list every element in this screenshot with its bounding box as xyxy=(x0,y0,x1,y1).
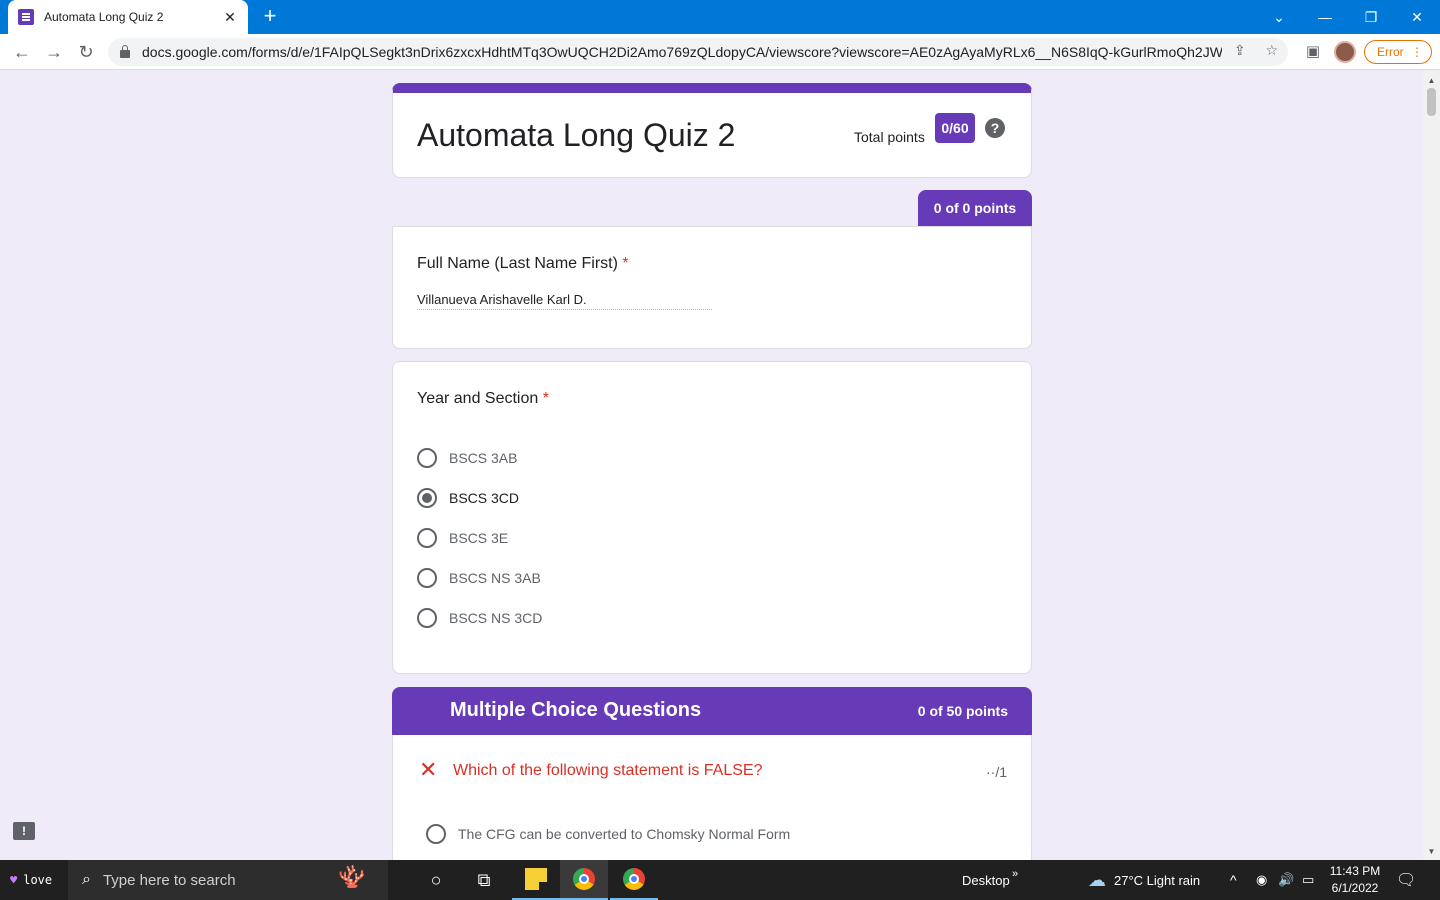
share-icon[interactable]: ⇪ xyxy=(1234,42,1246,58)
radio-button[interactable] xyxy=(417,608,437,628)
radio-label: BSCS 3CD xyxy=(449,490,520,506)
task-view-icon[interactable]: ⧉ xyxy=(460,860,508,900)
address-bar[interactable]: docs.google.com/forms/d/e/1FAIpQLSegkt3n… xyxy=(108,38,1288,66)
question-text: Which of the following statement is FALS… xyxy=(453,762,763,779)
clock-date: 6/1/2022 xyxy=(1331,881,1379,895)
browser-tab[interactable]: Automata Long Quiz 2 ✕ xyxy=(8,0,248,34)
bookmark-star-icon[interactable]: ☆ xyxy=(1265,42,1278,58)
scroll-up-arrow-icon[interactable]: ▲ xyxy=(1423,76,1440,85)
radio-button-selected[interactable] xyxy=(417,488,437,508)
cloud-rain-icon: ☁ xyxy=(1088,869,1106,890)
radio-option-bscs-3e[interactable]: BSCS 3E xyxy=(417,526,508,550)
question-label-year-section: Year and Section * xyxy=(417,390,549,408)
incorrect-icon: ✕ xyxy=(419,757,438,782)
network-icon[interactable]: ▭ xyxy=(1302,860,1314,900)
question-card-mc-1: ✕ Which of the following statement is FA… xyxy=(392,735,1032,860)
windows-taskbar: ♥ love ⌕ Type here to search 🪸 ○ ⧉ Deskt… xyxy=(0,860,1440,900)
scroll-thumb[interactable] xyxy=(1427,88,1436,116)
search-icon: ⌕ xyxy=(82,871,91,888)
radio-button[interactable] xyxy=(426,824,446,844)
section-header-multiple-choice: Multiple Choice Questions 0 of 50 points xyxy=(392,687,1032,735)
section-points-badge: 0 of 0 points xyxy=(918,190,1032,226)
forms-icon xyxy=(18,9,34,25)
url-text[interactable]: docs.google.com/forms/d/e/1FAIpQLSegkt3n… xyxy=(142,44,1222,60)
section-points: 0 of 50 points xyxy=(917,703,1008,719)
radio-label: The CFG can be converted to Chomsky Norm… xyxy=(458,826,791,842)
more-menu-icon[interactable]: ⋮ xyxy=(1411,45,1423,59)
back-icon[interactable]: ← xyxy=(10,40,34,64)
heart-icon: ♥ xyxy=(10,873,18,887)
radio-label: BSCS NS 3CD xyxy=(449,610,543,626)
system-clock[interactable]: 11:43 PM 6/1/2022 xyxy=(1320,863,1390,897)
chrome-icon[interactable] xyxy=(560,860,608,900)
browser-titlebar: Automata Long Quiz 2 ✕ + ⌄ — ❐ ✕ xyxy=(0,0,1440,34)
scroll-down-arrow-icon[interactable]: ▼ xyxy=(1423,847,1440,856)
chrome-profile-icon[interactable] xyxy=(610,860,658,900)
desktop-toolbar[interactable]: Desktop xyxy=(962,860,1010,900)
sticky-notes-icon[interactable] xyxy=(512,860,560,900)
side-panel-icon[interactable]: ▣ xyxy=(1302,42,1324,64)
meet-now-icon[interactable]: ◉ xyxy=(1256,860,1267,900)
tab-title: Automata Long Quiz 2 xyxy=(44,10,164,24)
total-points-label: Total points xyxy=(854,129,925,145)
clock-time: 11:43 PM xyxy=(1329,864,1381,878)
minimize-button[interactable]: — xyxy=(1302,0,1348,34)
new-tab-button[interactable]: + xyxy=(258,4,282,28)
radio-option-bscs-3cd[interactable]: BSCS 3CD xyxy=(417,486,519,510)
help-icon[interactable]: ? xyxy=(985,118,1005,138)
radio-label: BSCS NS 3AB xyxy=(449,570,541,586)
error-label: Error xyxy=(1377,45,1404,59)
radio-option-cfg[interactable]: The CFG can be converted to Chomsky Norm… xyxy=(426,822,790,846)
radio-label: BSCS 3AB xyxy=(449,450,518,466)
radio-button[interactable] xyxy=(417,448,437,468)
reload-icon[interactable]: ↻ xyxy=(74,40,98,64)
volume-icon[interactable]: 🔊 xyxy=(1278,860,1294,900)
desktop-label: Desktop xyxy=(962,872,1010,888)
start-label: love xyxy=(23,873,53,887)
lock-icon[interactable] xyxy=(120,45,130,58)
close-window-button[interactable]: ✕ xyxy=(1394,0,1440,34)
browser-toolbar: ← → ↻ docs.google.com/forms/d/e/1FAIpQLS… xyxy=(0,34,1440,70)
error-button[interactable]: Error ⋮ xyxy=(1364,40,1432,64)
search-highlight-icon[interactable]: 🪸 xyxy=(338,864,365,890)
question-points: ··/1 xyxy=(986,764,1007,780)
section-title: Multiple Choice Questions xyxy=(450,699,702,721)
radio-option-bscs-3ab[interactable]: BSCS 3AB xyxy=(417,446,517,470)
question-label-full-name: Full Name (Last Name First) * xyxy=(417,255,629,273)
form-title: Automata Long Quiz 2 xyxy=(417,117,736,153)
search-placeholder: Type here to search xyxy=(102,871,236,889)
radio-label: BSCS 3E xyxy=(449,530,509,546)
full-name-answer: Villanueva Arishavelle Karl D. xyxy=(417,292,712,310)
cortana-icon[interactable]: ○ xyxy=(412,860,460,900)
page-scrollbar[interactable]: ▲ ▼ xyxy=(1423,70,1440,860)
restore-button[interactable]: ❐ xyxy=(1348,0,1394,34)
desktop-chevron-icon[interactable]: » xyxy=(1012,854,1018,894)
feedback-icon[interactable]: ! xyxy=(13,822,35,840)
tab-search-icon[interactable]: ⌄ xyxy=(1256,0,1302,34)
close-tab-icon[interactable]: ✕ xyxy=(222,9,238,26)
radio-button[interactable] xyxy=(417,568,437,588)
tray-chevron-icon[interactable]: ^ xyxy=(1230,860,1237,900)
question-card-full-name: Full Name (Last Name First) * Villanueva… xyxy=(392,226,1032,349)
required-mark: * xyxy=(622,255,629,272)
profile-avatar[interactable] xyxy=(1334,41,1356,63)
radio-option-bscs-ns-3ab[interactable]: BSCS NS 3AB xyxy=(417,566,541,590)
forward-icon[interactable]: → xyxy=(42,40,66,64)
required-mark: * xyxy=(542,390,549,407)
question-card-year-section: Year and Section * BSCS 3AB BSCS 3CD BSC… xyxy=(392,361,1032,674)
question-text: Year and Section xyxy=(417,390,539,407)
radio-option-bscs-ns-3cd[interactable]: BSCS NS 3CD xyxy=(417,606,542,630)
weather-widget[interactable]: ☁ 27°C Light rain xyxy=(1088,860,1200,900)
notification-icon[interactable]: 🗨 xyxy=(1396,870,1416,890)
weather-text: 27°C Light rain xyxy=(1114,872,1201,888)
radio-button[interactable] xyxy=(417,528,437,548)
total-points-badge: 0/60 xyxy=(935,113,975,143)
question-text: Full Name (Last Name First) xyxy=(417,255,618,272)
form-header-card: Automata Long Quiz 2 Total points 0/60 ? xyxy=(392,83,1032,178)
start-button[interactable]: ♥ love xyxy=(0,860,66,900)
